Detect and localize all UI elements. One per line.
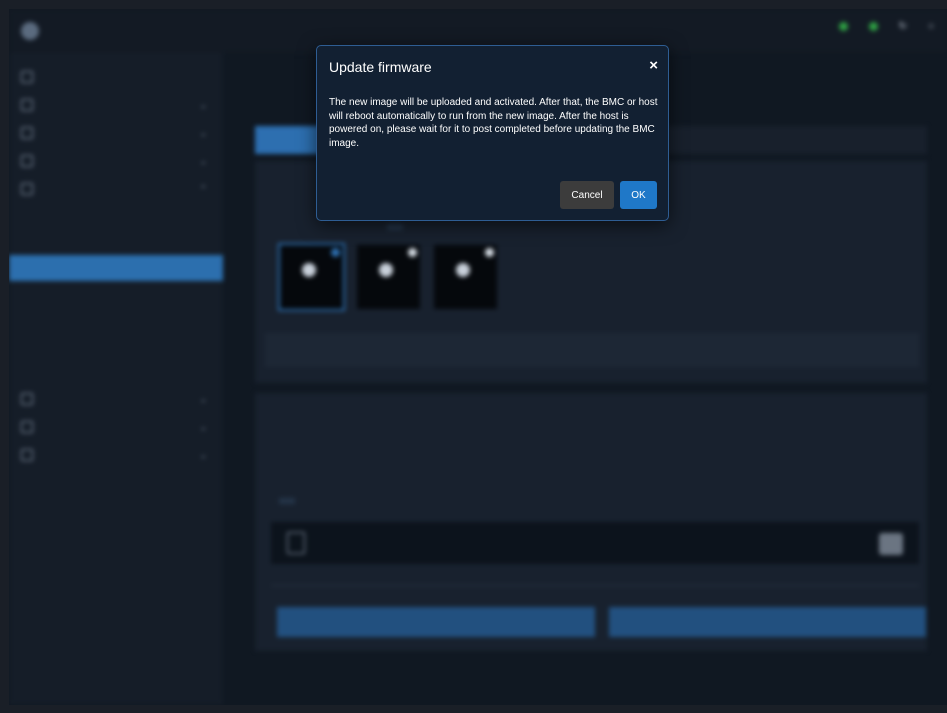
add-file-button[interactable] [279,498,295,504]
security-icon [21,393,33,405]
refresh-button[interactable]: ↻ [899,21,912,32]
refresh-icon: ↻ [898,21,907,32]
operations-icon [21,183,33,195]
modal-message: The new image will be uploaded and activ… [329,97,658,149]
system-icon [21,99,33,111]
sidebar-item-configuration[interactable]: ⌄ [9,147,223,175]
sidebar-item-resource[interactable]: ⌄ [9,413,223,441]
cancel-button[interactable]: Cancel [560,181,614,209]
chevron-down-icon: ⌄ [199,127,207,138]
dashboard-icon [21,71,33,83]
firmware-icon [456,263,470,277]
app-window: ↻ ○ ⌄ ⌄ ⌄ ⌃ ⌄ ⌄ ⌄ Update firmware × The … [9,9,947,705]
sidebar-item-logs[interactable]: ⌄ [9,119,223,147]
sidebar-subitem[interactable] [9,203,223,229]
chevron-down-icon: ⌄ [199,99,207,110]
update-firmware-modal: Update firmware × The new image will be … [316,45,669,221]
sidebar-subitem[interactable] [9,359,223,385]
user-icon: ○ [927,21,934,32]
sidebar-item-dashboard[interactable] [9,63,223,91]
firmware-icon [379,263,393,277]
sidebar-item-security[interactable]: ⌄ [9,385,223,413]
add-badge-icon [408,248,417,257]
selected-file-row [271,522,919,564]
resource-icon [21,421,33,433]
sidebar-item-maintenance[interactable]: ⌄ [9,441,223,469]
firmware-card[interactable] [357,245,420,309]
ok-button[interactable]: OK [620,181,657,209]
sidebar-subitem[interactable] [9,281,223,307]
sidebar-subitem-active[interactable] [9,255,223,281]
firmware-icon [302,263,316,277]
selected-badge-icon [331,248,340,257]
sidebar-subitem[interactable] [9,229,223,255]
firmware-card-selected[interactable] [278,243,345,311]
step1-option-button[interactable] [387,224,403,230]
logo-icon [21,22,39,40]
add-badge-icon [485,248,494,257]
divider [271,585,919,586]
step1-wide-button[interactable] [265,333,919,367]
chevron-up-icon: ⌃ [199,183,207,194]
chevron-down-icon: ⌄ [199,449,207,460]
header-actions: ↻ ○ [838,21,939,32]
remove-file-button[interactable] [879,533,903,555]
file-icon [287,532,305,554]
chevron-down-icon: ⌄ [199,155,207,166]
sidebar: ⌄ ⌄ ⌄ ⌃ ⌄ ⌄ ⌄ [9,53,223,705]
health-status[interactable] [838,22,853,31]
sidebar-item-system[interactable]: ⌄ [9,91,223,119]
firmware-card[interactable] [434,245,497,309]
cancel-update-button[interactable] [277,607,595,637]
user-menu[interactable]: ○ [928,21,939,32]
sidebar-item-operations[interactable]: ⌃ [9,175,223,203]
modal-title: Update firmware [329,59,432,75]
close-icon[interactable]: × [649,57,658,74]
start-update-button[interactable] [609,607,926,637]
chevron-down-icon: ⌄ [199,393,207,404]
configuration-icon [21,155,33,167]
status-dot-icon [838,22,848,31]
status-dot-icon [868,22,878,31]
power-status[interactable] [868,22,883,31]
sidebar-subitem[interactable] [9,333,223,359]
maintenance-icon [21,449,33,461]
chevron-down-icon: ⌄ [199,421,207,432]
sidebar-subitem[interactable] [9,307,223,333]
logs-icon [21,127,33,139]
